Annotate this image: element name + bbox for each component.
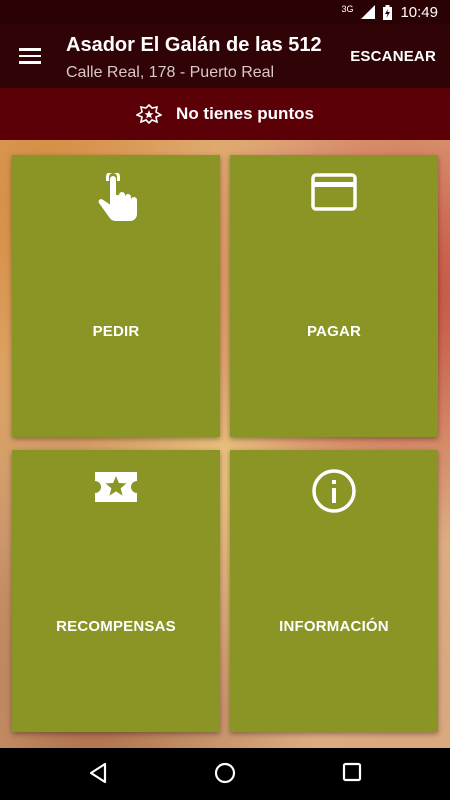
network-type: 3G xyxy=(341,4,354,14)
info-icon xyxy=(312,469,356,513)
ticket-star-icon xyxy=(95,472,137,502)
battery-icon xyxy=(383,4,393,20)
app-bar: Asador El Galán de las 512 Calle Real, 1… xyxy=(0,24,450,88)
hamburger-menu-icon[interactable] xyxy=(14,40,46,72)
points-text: No tienes puntos xyxy=(176,104,314,123)
touch-hand-icon xyxy=(98,173,137,221)
back-triangle-icon[interactable] xyxy=(88,762,108,784)
rewards-tile[interactable]: RECOMPENSAS xyxy=(12,450,220,732)
recents-square-icon[interactable] xyxy=(342,762,362,782)
pay-tile[interactable]: PAGAR xyxy=(230,155,438,437)
pay-label: PAGAR xyxy=(306,323,362,340)
system-nav-bar xyxy=(0,748,450,800)
credit-card-icon xyxy=(311,173,357,211)
signal-icon xyxy=(361,5,376,19)
restaurant-address: Calle Real, 178 - Puerto Real xyxy=(66,64,275,81)
scan-button[interactable]: ESCANEAR xyxy=(350,48,436,65)
points-banner[interactable]: No tienes puntos xyxy=(0,88,450,140)
home-circle-icon[interactable] xyxy=(214,762,236,784)
status-bar: 3G 10:49 xyxy=(0,0,450,24)
clock: 10:49 xyxy=(400,3,438,21)
rewards-label: RECOMPENSAS xyxy=(56,618,176,635)
badge-star-icon xyxy=(136,104,163,124)
info-tile[interactable]: INFORMACIÓN xyxy=(230,450,438,732)
info-label: INFORMACIÓN xyxy=(279,618,389,635)
restaurant-title: Asador El Galán de las 512 xyxy=(66,34,322,56)
order-label: PEDIR xyxy=(92,323,140,340)
order-tile[interactable]: PEDIR xyxy=(12,155,220,437)
